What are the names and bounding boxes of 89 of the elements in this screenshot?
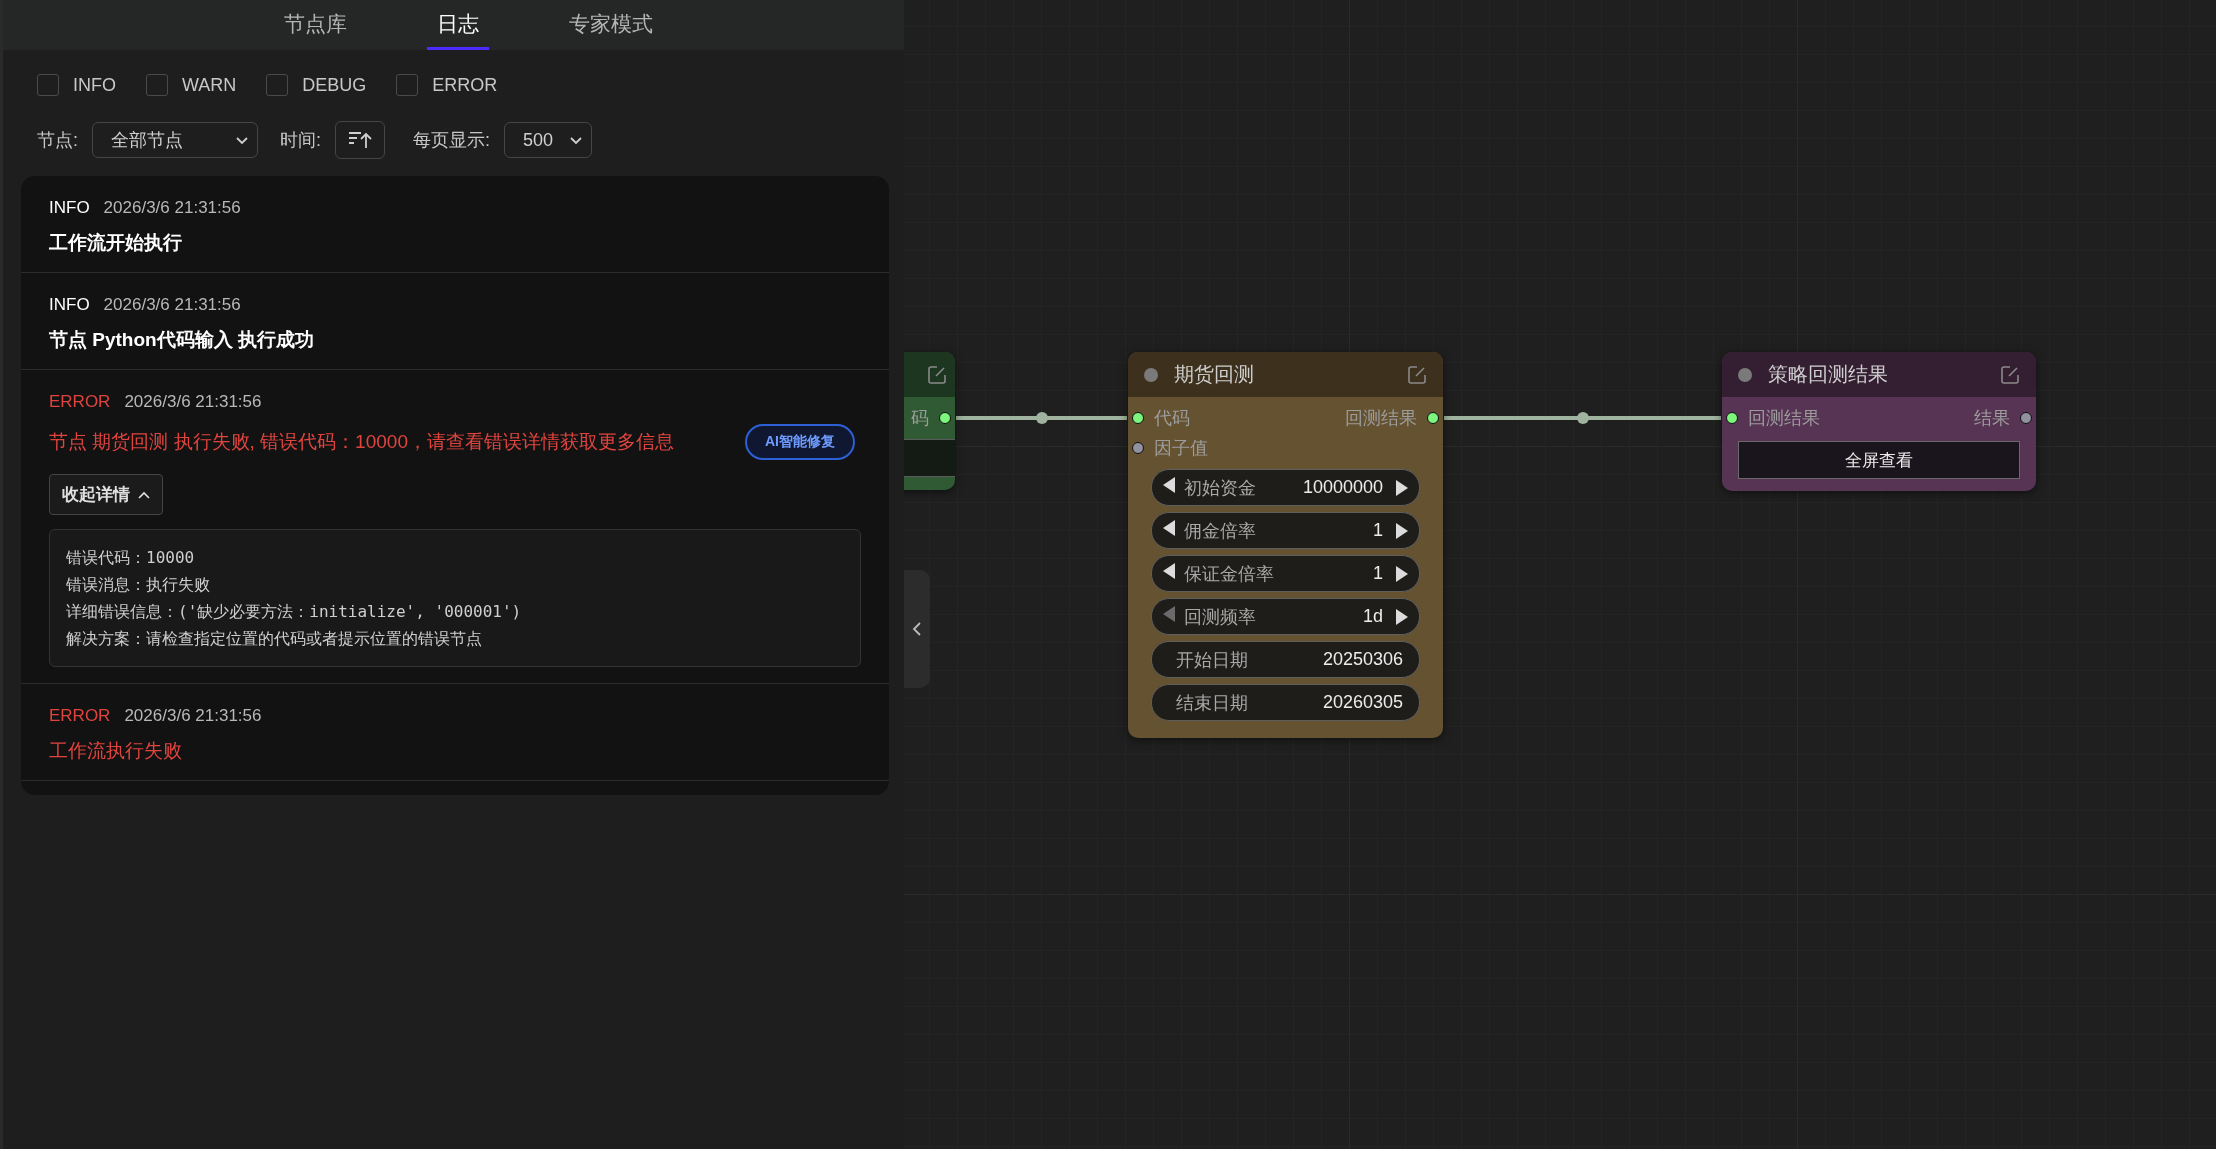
widget-label: 开始日期 xyxy=(1175,648,1249,672)
detail-line: 错误消息：执行失败 xyxy=(66,574,211,596)
log-message: 节点 期货回测 执行失败, 错误代码：10000，请查看错误详情获取更多信息 xyxy=(49,430,674,454)
port-label: 结果 xyxy=(1974,407,2010,430)
decrement-arrow-icon[interactable] xyxy=(1162,476,1176,494)
number-stepper[interactable]: 回测频率 1d xyxy=(1151,598,1420,635)
page-size-select[interactable]: 500 xyxy=(504,122,593,158)
log-level: INFO xyxy=(49,198,90,218)
node-card[interactable]: 策略回测结果 回测结果 结果 全屏查看 xyxy=(1722,352,2036,491)
number-stepper[interactable]: 初始资金 10000000 xyxy=(1151,469,1420,506)
node-card[interactable]: 期货回测 代码 回测结果 因子值 初始资金 10000000 佣金倍率 1 保证金倍率 1 回测频率 1d 开始日期 20250306 结束日期 20260305 xyxy=(1128,352,1443,738)
connection-link[interactable] xyxy=(1444,412,1721,424)
decrement-arrow-icon[interactable] xyxy=(1162,562,1176,580)
number-stepper[interactable]: 保证金倍率 1 xyxy=(1151,555,1420,592)
log-message: 工作流开始执行 xyxy=(49,231,182,255)
port-dot[interactable] xyxy=(1427,412,1439,424)
chevron-left-icon xyxy=(912,622,922,636)
widget-label: 保证金倍率 xyxy=(1184,562,1275,586)
widget-value: 1d xyxy=(1362,606,1384,627)
port-label: 码 xyxy=(911,407,929,430)
log-level: INFO xyxy=(49,295,90,315)
port-label: 回测结果 xyxy=(1748,407,1820,430)
checkbox[interactable] xyxy=(396,74,419,96)
checkbox-label: WARN xyxy=(182,74,237,96)
widget-label: 结束日期 xyxy=(1175,691,1249,715)
log-time: 2026/3/6 21:31:56 xyxy=(103,198,241,218)
log-time: 2026/3/6 21:31:56 xyxy=(124,392,262,412)
checkbox[interactable] xyxy=(266,74,289,96)
tab[interactable]: 专家模式 xyxy=(559,0,663,50)
checkbox[interactable] xyxy=(146,74,168,96)
detail-line: 详细错误信息：('缺少必要方法：initialize', '000001') xyxy=(66,601,523,623)
widget-label: 回测频率 xyxy=(1184,605,1257,629)
edit-icon[interactable] xyxy=(1407,364,1427,385)
edit-icon[interactable] xyxy=(927,364,947,385)
widget-value: 1 xyxy=(1373,563,1384,584)
text-field[interactable]: 结束日期 20260305 xyxy=(1151,684,1420,721)
widget-value: 20260305 xyxy=(1322,692,1404,713)
decrement-arrow-icon[interactable] xyxy=(1162,519,1176,537)
port-label: 代码 xyxy=(1154,407,1190,430)
widget-value: 1 xyxy=(1373,520,1384,541)
tab[interactable]: 节点库 xyxy=(274,0,357,50)
sort-button[interactable] xyxy=(335,121,386,159)
port-dot[interactable] xyxy=(1726,412,1738,424)
checkbox-label: ERROR xyxy=(432,74,498,96)
increment-arrow-icon[interactable] xyxy=(1395,564,1409,583)
log-message: 节点 Python代码输入 执行成功 xyxy=(49,328,314,352)
number-stepper[interactable]: 佣金倍率 1 xyxy=(1151,512,1420,549)
node-select[interactable]: 全部节点 xyxy=(92,122,258,158)
log-message: 工作流执行失败 xyxy=(49,739,182,763)
log-level: ERROR xyxy=(49,392,111,412)
port-dot[interactable] xyxy=(2020,412,2032,424)
log-time: 2026/3/6 21:31:56 xyxy=(124,706,262,726)
node-title: 策略回测结果 xyxy=(1768,362,1889,387)
widget-value: 20250306 xyxy=(1322,649,1404,670)
log-level: ERROR xyxy=(49,706,111,726)
fullscreen-button[interactable]: 全屏查看 xyxy=(1738,441,2020,479)
port-label: 因子值 xyxy=(1154,437,1208,460)
chevron-up-icon xyxy=(138,489,150,500)
port-dot[interactable] xyxy=(1132,442,1144,454)
connection-link[interactable] xyxy=(956,412,1127,424)
widget-label: 初始资金 xyxy=(1184,476,1257,500)
checkbox-label: INFO xyxy=(73,74,116,96)
port-dot[interactable] xyxy=(939,412,951,424)
text-field[interactable]: 开始日期 20250306 xyxy=(1151,641,1420,678)
checkbox[interactable] xyxy=(37,74,59,96)
input-field[interactable] xyxy=(904,439,955,477)
port-label: 回测结果 xyxy=(1345,407,1417,430)
checkbox-label: DEBUG xyxy=(302,74,367,96)
filter-label: 节点: xyxy=(37,129,78,152)
widget-value: 10000000 xyxy=(1302,477,1384,498)
increment-arrow-icon[interactable] xyxy=(1395,521,1409,540)
port-dot[interactable] xyxy=(1132,412,1144,424)
details-toggle-button[interactable]: 收起详情 xyxy=(49,474,163,515)
filter-label: 每页显示: xyxy=(413,129,491,152)
ai-fix-button[interactable]: AI智能修复 xyxy=(745,424,855,460)
node-title: 期货回测 xyxy=(1174,362,1255,387)
status-dot xyxy=(1144,367,1158,382)
widget-label: 佣金倍率 xyxy=(1184,519,1257,543)
detail-line: 解决方案：请检查指定位置的代码或者提示位置的错误节点 xyxy=(66,628,483,650)
increment-arrow-icon[interactable] xyxy=(1395,607,1409,626)
edit-icon[interactable] xyxy=(2000,364,2020,385)
log-time: 2026/3/6 21:31:56 xyxy=(103,295,241,315)
increment-arrow-icon[interactable] xyxy=(1395,478,1409,497)
sort-icon xyxy=(348,131,373,149)
tab[interactable]: 日志 xyxy=(427,0,489,50)
detail-line: 错误代码：10000 xyxy=(66,547,196,569)
filter-label: 时间: xyxy=(280,129,322,152)
status-dot xyxy=(1738,367,1752,382)
collapse-handle[interactable] xyxy=(904,570,930,688)
